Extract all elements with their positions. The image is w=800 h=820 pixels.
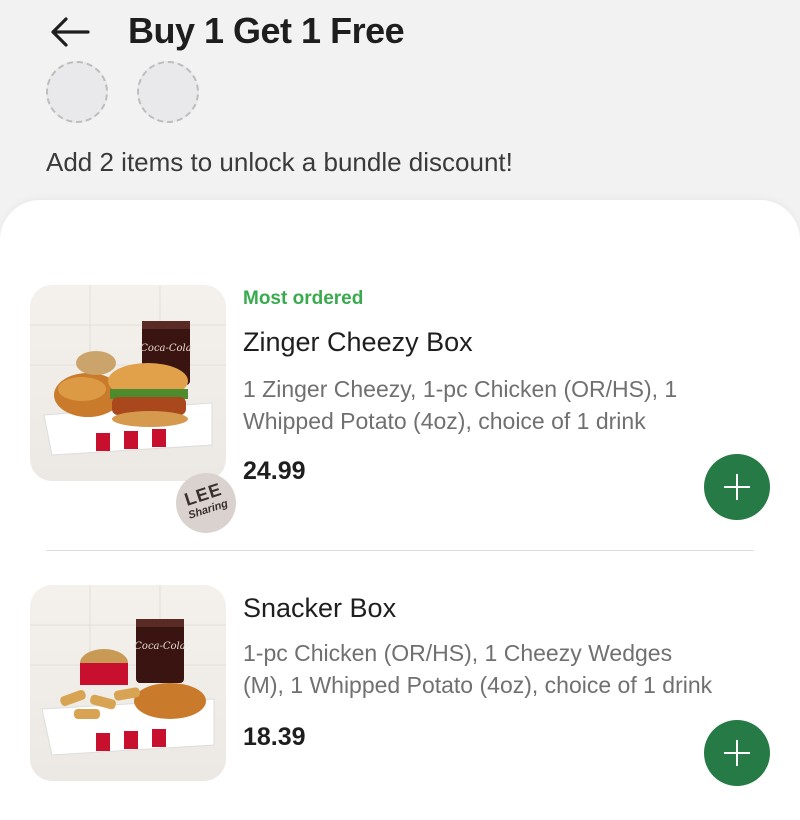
most-ordered-badge: Most ordered <box>243 288 364 309</box>
svg-text:Coca-Cola: Coca-Cola <box>140 343 191 354</box>
svg-text:Coca-Cola: Coca-Cola <box>134 641 185 652</box>
bundle-slot-2[interactable] <box>137 61 199 123</box>
item-name: Zinger Cheezy Box <box>243 327 473 357</box>
plus-icon <box>724 740 750 766</box>
divider <box>46 550 754 551</box>
menu-item[interactable]: Coca-Cola Snacker Box 1-pc Chicken (OR/H… <box>0 585 800 800</box>
back-button[interactable] <box>48 14 92 50</box>
arrow-left-icon <box>51 17 90 47</box>
item-description: 1-pc Chicken (OR/HS), 1 Cheezy Wedges (M… <box>243 640 713 698</box>
plus-icon <box>724 474 750 500</box>
item-name: Snacker Box <box>243 593 397 623</box>
header: Buy 1 Get 1 Free Add 2 items to unlock a… <box>0 0 800 200</box>
add-item-button[interactable] <box>704 454 770 520</box>
bundle-hint: Add 2 items to unlock a bundle discount! <box>46 147 513 177</box>
product-image: Coca-Cola <box>30 585 226 781</box>
bundle-slot-1[interactable] <box>46 61 108 123</box>
item-price: 18.39 <box>243 723 306 751</box>
product-image: Coca-Cola <box>30 285 226 481</box>
menu-item[interactable]: Coca-Cola LEE Sharing Most ordered Zinge… <box>0 285 800 541</box>
add-item-button[interactable] <box>704 720 770 786</box>
page-title: Buy 1 Get 1 Free <box>128 10 405 51</box>
item-price: 24.99 <box>243 457 306 485</box>
item-description: 1 Zinger Cheezy, 1-pc Chicken (OR/HS), 1… <box>243 376 678 434</box>
